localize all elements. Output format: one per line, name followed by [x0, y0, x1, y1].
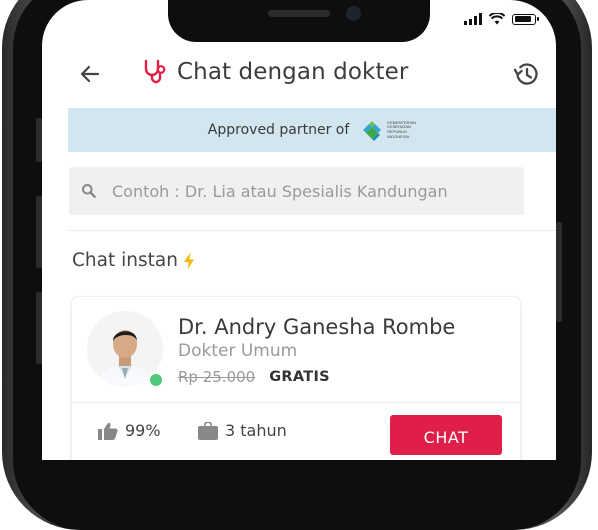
battery-level — [514, 16, 531, 22]
phone-screen: Chat dengan dokter Approved partner of K… — [42, 0, 556, 460]
page-title: Chat dengan dokter — [177, 59, 409, 85]
search-icon — [82, 184, 96, 198]
history-icon[interactable] — [512, 60, 540, 88]
signal-icon — [464, 13, 482, 25]
status-bar — [464, 13, 539, 25]
app-header: Chat dengan dokter — [42, 54, 556, 106]
briefcase-icon — [198, 421, 218, 440]
kemenkes-logo-text: KEMENTERIAN KESEHATAN REPUBLIK INDONESIA — [387, 119, 417, 139]
speaker-grille — [268, 10, 330, 17]
thumbs-up-icon — [98, 422, 118, 440]
partner-banner: Approved partner of KEMENTERIAN KESEHATA… — [68, 108, 556, 152]
section-title-chat-instan: Chat instan — [72, 250, 195, 271]
experience-value: 3 tahun — [225, 421, 287, 440]
doctor-card[interactable]: Dr. Andry Ganesha Rombe Dokter Umum Rp 2… — [72, 297, 520, 460]
online-status-indicator — [148, 372, 164, 388]
search-input[interactable] — [112, 181, 524, 201]
current-price: GRATIS — [269, 369, 330, 385]
partner-text: Approved partner of — [207, 122, 350, 138]
search-bar[interactable] — [69, 167, 524, 215]
doctor-name: Dr. Andry Ganesha Rombe — [178, 315, 456, 339]
battery-icon — [512, 13, 539, 25]
price-row: Rp 25.000 GRATIS — [178, 368, 330, 386]
header-title-group: Chat dengan dokter — [142, 58, 408, 86]
rating-value: 99% — [125, 421, 161, 440]
old-price: Rp 25.000 — [178, 368, 256, 386]
rating-stat: 99% — [98, 421, 161, 440]
stethoscope-icon — [144, 59, 166, 84]
wifi-icon — [489, 13, 505, 25]
phone-notch — [168, 0, 430, 42]
experience-stat: 3 tahun — [198, 421, 287, 440]
section-divider — [68, 230, 556, 231]
section-title-text: Chat instan — [72, 250, 178, 271]
kemenkes-emblem-icon — [363, 121, 382, 141]
kemenkes-logo: KEMENTERIAN KESEHATAN REPUBLIK INDONESIA — [359, 117, 416, 143]
lightning-icon — [183, 252, 194, 269]
doctor-specialty: Dokter Umum — [178, 341, 298, 361]
chat-button[interactable]: CHAT — [390, 415, 502, 455]
card-divider — [72, 402, 520, 403]
front-camera — [346, 6, 361, 21]
phone-side-button — [556, 222, 562, 322]
back-arrow-icon[interactable] — [78, 62, 102, 86]
